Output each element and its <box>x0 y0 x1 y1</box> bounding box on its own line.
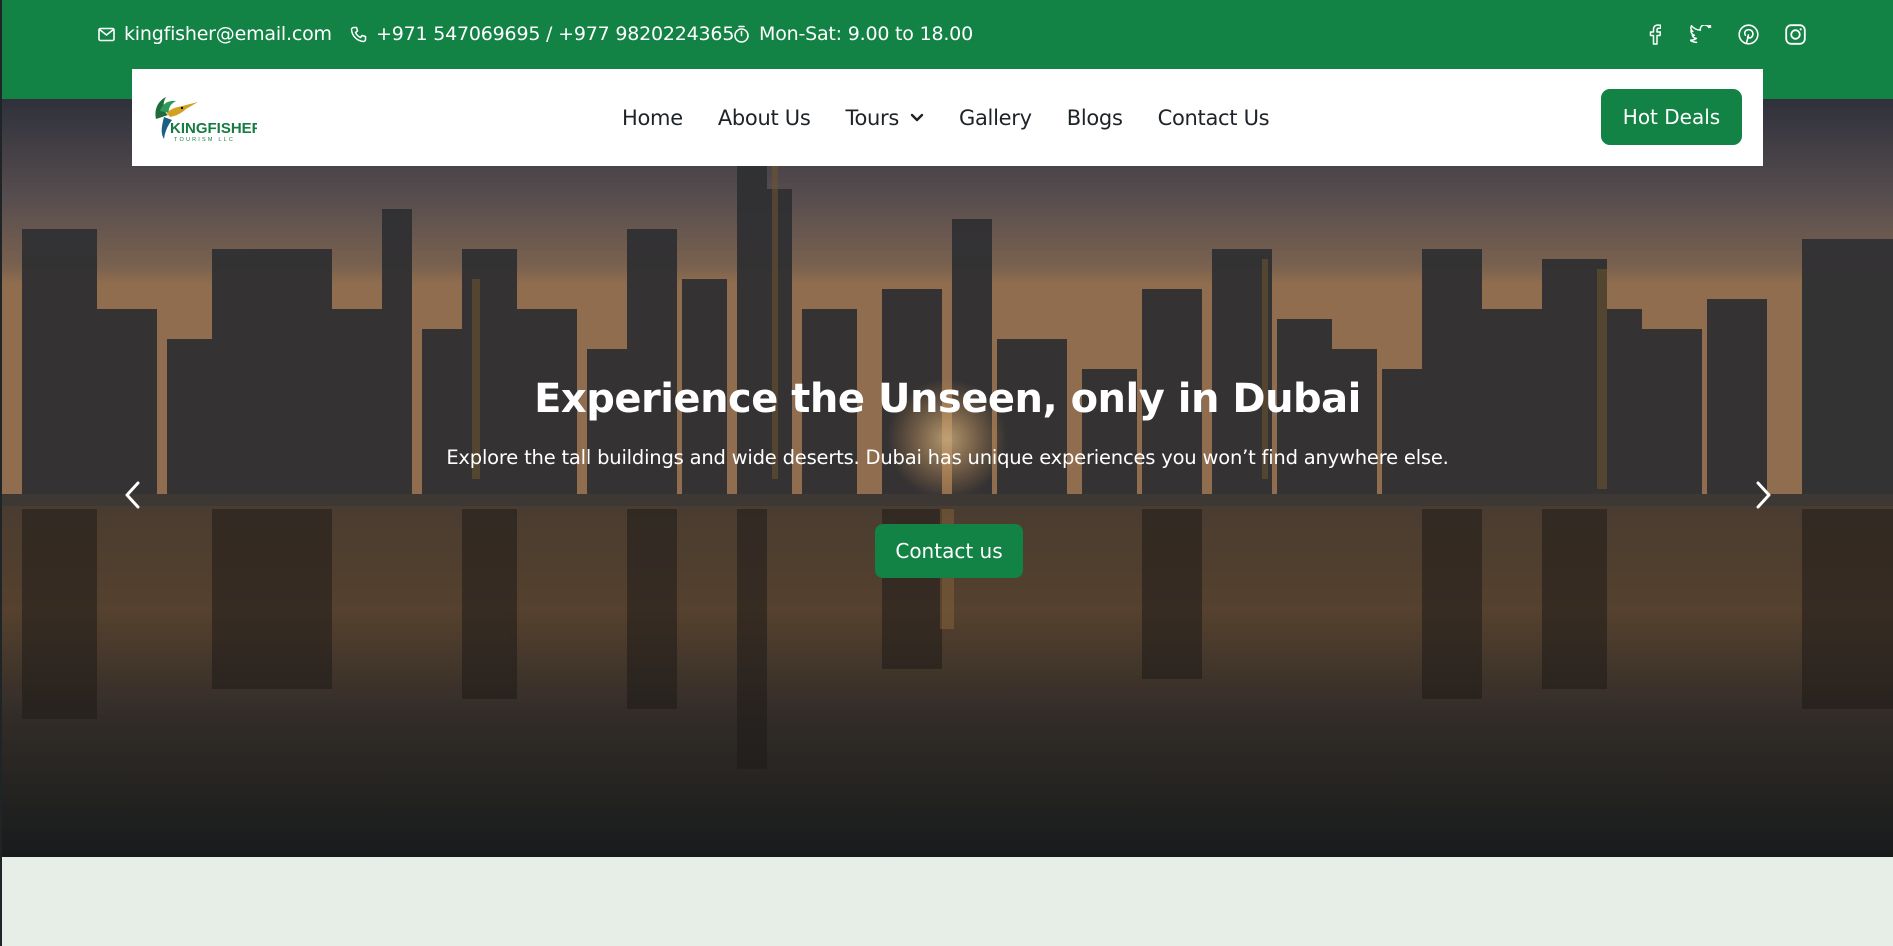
chevron-right-icon <box>1756 481 1771 509</box>
nav-menu: Home About Us Tours Gallery Blogs Contac… <box>622 69 1270 166</box>
main-navbar: KINGFISHER TOURISM LLC Home About Us Tou… <box>132 69 1763 166</box>
hours-contact: Mon-Sat: 9.00 to 18.00 <box>733 23 973 45</box>
chevron-down-icon <box>910 113 924 122</box>
hero-slider: Experience the Unseen, only in Dubai Exp… <box>2 99 1893 857</box>
contact-us-button[interactable]: Contact us <box>875 524 1023 578</box>
phone-text: +971 547069695 / +977 9820224365 <box>376 23 735 45</box>
email-text: kingfisher@email.com <box>124 23 332 45</box>
logo-wordmark: KINGFISHER <box>170 120 257 137</box>
nav-item-tours-label: Tours <box>845 105 900 130</box>
hours-text: Mon-Sat: 9.00 to 18.00 <box>759 23 973 45</box>
nav-item-tours[interactable]: Tours <box>846 106 925 130</box>
nav-item-about-us[interactable]: About Us <box>718 106 811 130</box>
kingfisher-bird-icon: KINGFISHER TOURISM LLC <box>155 97 263 143</box>
hero-title: Experience the Unseen, only in Dubai <box>534 376 1361 422</box>
nav-item-gallery[interactable]: Gallery <box>959 106 1032 130</box>
nav-item-blogs[interactable]: Blogs <box>1067 106 1123 130</box>
logo-subtext: TOURISM LLC <box>174 137 235 143</box>
slider-prev-button[interactable] <box>117 477 147 513</box>
chevron-left-icon <box>125 481 140 509</box>
nav-item-contact-us[interactable]: Contact Us <box>1158 106 1270 130</box>
nav-item-home[interactable]: Home <box>622 106 683 130</box>
kingfisher-logo[interactable]: KINGFISHER TOURISM LLC <box>152 89 263 145</box>
slider-next-button[interactable] <box>1749 477 1779 513</box>
facebook-icon[interactable] <box>1643 23 1666 46</box>
mail-icon <box>98 27 115 41</box>
hero-subtitle: Explore the tall buildings and wide dese… <box>446 446 1449 469</box>
page: kingfisher@email.com +971 547069695 / +9… <box>2 0 1893 946</box>
instagram-icon[interactable] <box>1784 23 1807 46</box>
social-links <box>1643 23 1807 46</box>
twitter-icon[interactable] <box>1690 23 1713 46</box>
hot-deals-button[interactable]: Hot Deals <box>1601 89 1742 145</box>
timer-icon <box>734 25 749 43</box>
email-contact[interactable]: kingfisher@email.com <box>98 23 332 45</box>
hero-overlay <box>2 99 1893 857</box>
phone-icon <box>350 26 367 42</box>
pinterest-icon[interactable] <box>1737 23 1760 46</box>
next-section <box>2 857 1893 946</box>
phone-contact[interactable]: +971 547069695 / +977 9820224365 <box>350 23 734 45</box>
